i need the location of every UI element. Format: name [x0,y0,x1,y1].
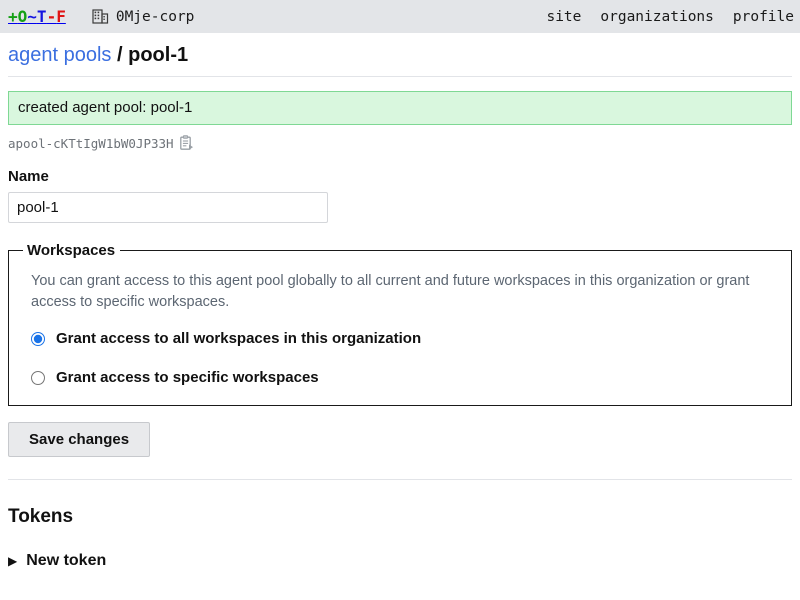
top-nav-links: site organizations profile [546,0,794,33]
tokens-section-divider [8,479,792,480]
page-content: agent pools / pool-1 created agent pool:… [0,33,800,570]
brand-logo[interactable]: +O~T-F [8,7,66,26]
nav-item-site[interactable]: site [546,9,581,25]
workspaces-legend: Workspaces [27,242,116,259]
radio-label-grant-specific-workspaces[interactable]: Grant access to specific workspaces [56,369,319,386]
new-token-label: New token [26,552,107,569]
resource-id-row: apool-cKTtIgW1bW0JP33H [8,134,792,152]
organization-link[interactable]: 0Mje-corp [92,8,195,25]
nav-item-organizations[interactable]: organizations [600,9,714,25]
breadcrumb: agent pools / pool-1 [8,33,792,76]
brand-char-tilde: ~ [27,7,37,26]
nav-item-profile[interactable]: profile [733,9,794,25]
chevron-right-icon: ▶ [8,554,18,568]
workspace-scope-option-specific[interactable]: Grant access to specific workspaces [31,369,779,386]
tokens-heading: Tokens [8,506,74,527]
radio-label-grant-all-workspaces[interactable]: Grant access to all workspaces in this o… [56,330,421,347]
resource-id-text: apool-cKTtIgW1bW0JP33H [8,135,174,151]
breadcrumb-divider [8,76,792,77]
workspace-scope-option-all[interactable]: Grant access to all workspaces in this o… [31,330,779,347]
brand-char-o: O [17,7,28,26]
clipboard-copy-icon[interactable] [179,135,195,151]
organization-name: 0Mje-corp [115,8,195,25]
building-icon [92,8,109,25]
radio-grant-specific-workspaces[interactable] [31,370,45,385]
breadcrumb-separator: / [116,44,123,66]
workspaces-fieldset: Workspaces You can grant access to this … [8,242,792,406]
workspaces-description: You can grant access to this agent pool … [31,273,750,310]
top-navigation-bar: +O~T-F 0Mje-corp site organizations prof… [0,0,800,33]
name-input[interactable] [8,192,328,223]
brand-char-plus: + [8,7,18,26]
brand-char-dash: - [46,7,57,26]
breadcrumb-link-agent-pools[interactable]: agent pools [8,44,111,66]
flash-message-success: created agent pool: pool-1 [8,91,792,125]
brand-char-f: F [56,7,66,26]
new-token-disclosure[interactable]: ▶ New token [8,552,106,570]
name-field-label: Name [8,168,49,185]
radio-grant-all-workspaces[interactable] [31,331,45,346]
save-changes-button[interactable]: Save changes [8,422,151,457]
brand-char-t: T [36,7,47,26]
breadcrumb-current-pool-1: pool-1 [128,44,189,66]
